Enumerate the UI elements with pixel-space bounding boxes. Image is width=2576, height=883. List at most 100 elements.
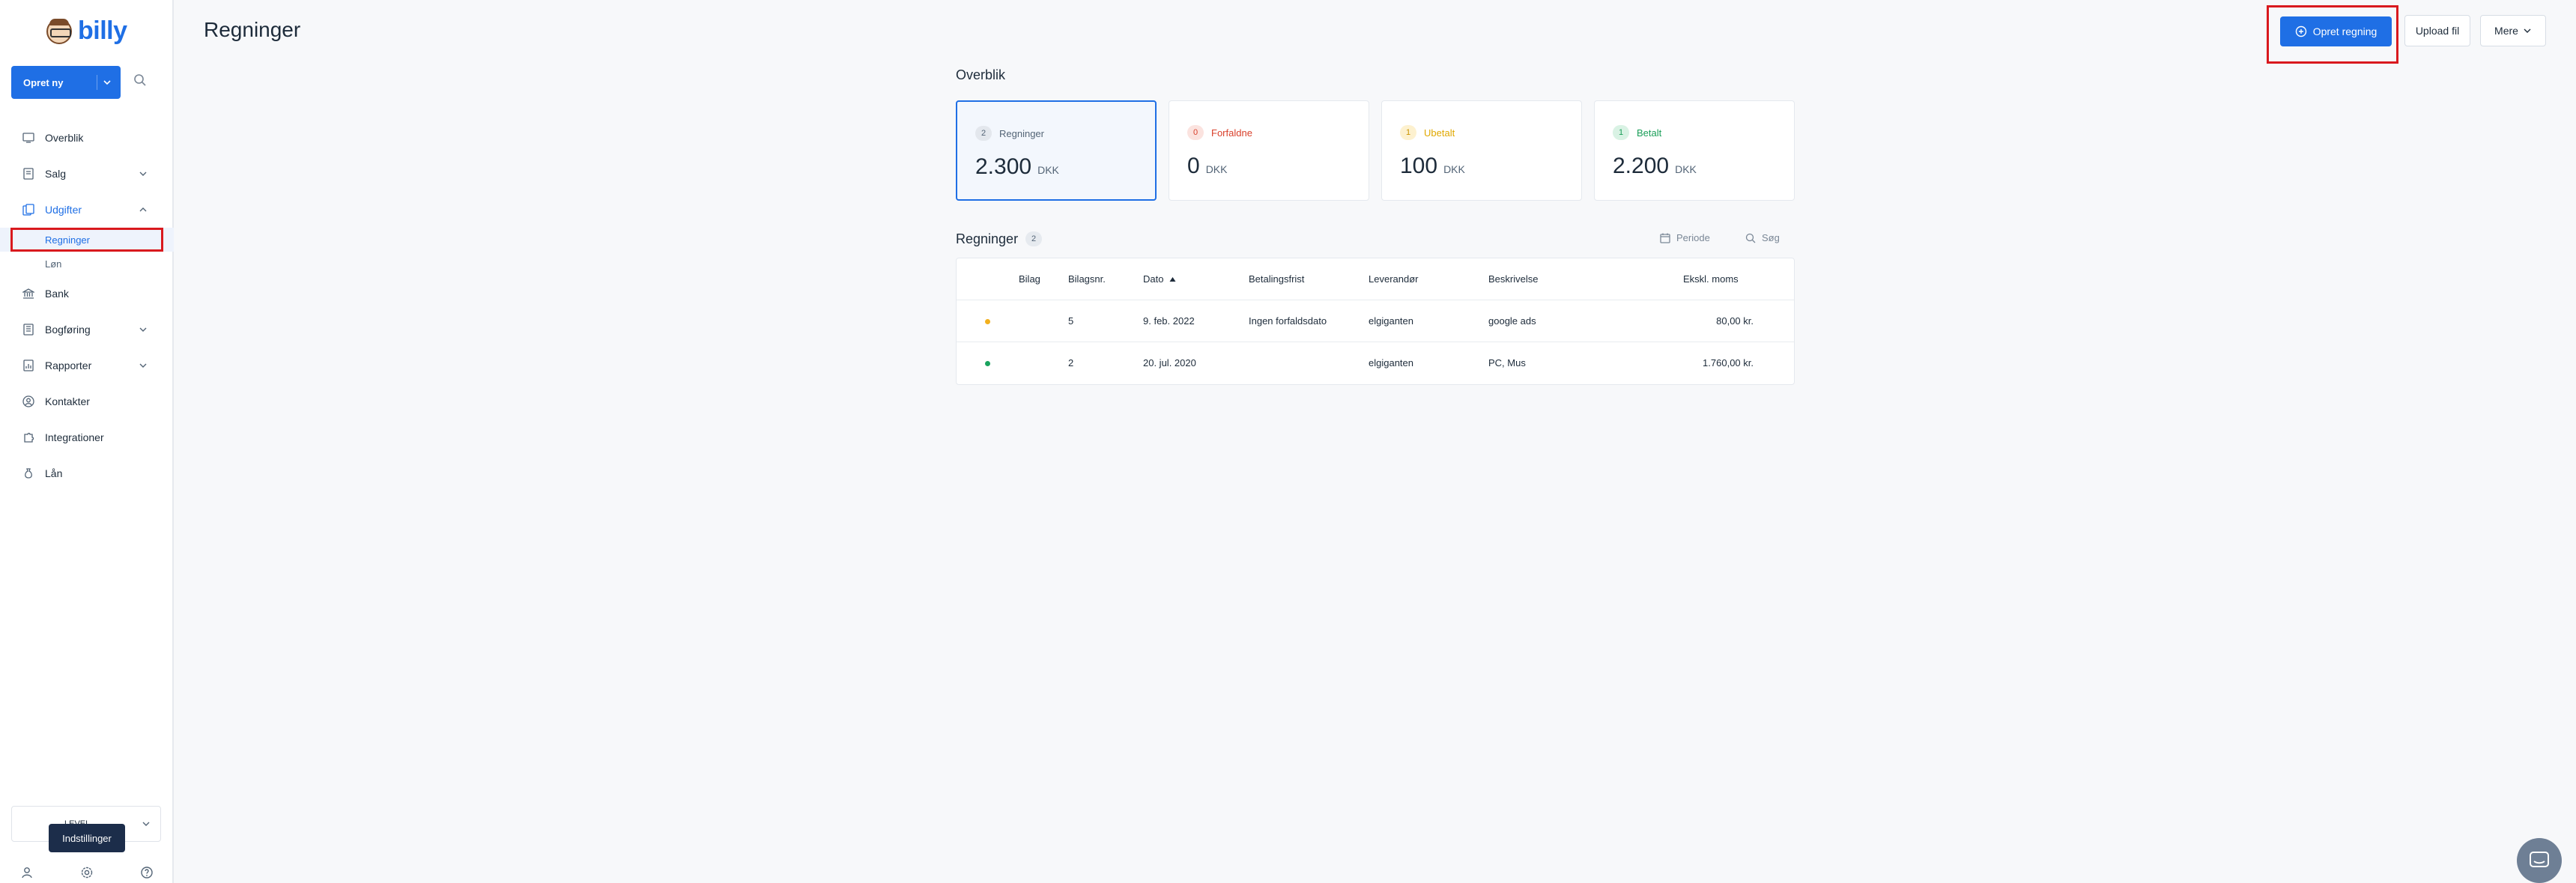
- settings-tooltip: Indstillinger: [49, 824, 125, 852]
- bills-list-header: Regninger 2 Periode Søg: [956, 228, 1795, 250]
- overview-card-betalt[interactable]: 1 Betalt 2.200 DKK: [1594, 100, 1795, 201]
- more-label: Mere: [2494, 25, 2518, 37]
- sidebar-item-label: Udgifter: [45, 204, 82, 216]
- card-label: Forfaldne: [1211, 127, 1252, 139]
- overview-card-forfaldne[interactable]: 0 Forfaldne 0 DKK: [1169, 100, 1369, 201]
- sidebar-subitem-lon[interactable]: Løn: [0, 252, 174, 276]
- period-filter[interactable]: Periode: [1660, 232, 1710, 243]
- count-badge: 1: [1400, 125, 1416, 140]
- contacts-icon: [22, 395, 34, 407]
- table-row[interactable]: 5 9. feb. 2022 Ingen forfaldsdato elgiga…: [957, 300, 1794, 342]
- logo-text: billy: [78, 16, 127, 45]
- bank-icon: [22, 288, 34, 299]
- create-new-button[interactable]: Opret ny: [11, 66, 121, 99]
- main-content: Overblik 2 Regninger 2.300 DKK 0 Forfald…: [956, 67, 1795, 385]
- column-header-beskrivelse[interactable]: Beskrivelse: [1488, 273, 1538, 285]
- column-header-dato[interactable]: Dato: [1143, 273, 1176, 285]
- table-row[interactable]: 2 20. jul. 2020 elgiganten PC, Mus 1.760…: [957, 342, 1794, 384]
- cell-beskrivelse: google ads: [1488, 315, 1536, 327]
- sidebar-item-label: Salg: [45, 168, 67, 180]
- status-dot-paid: [985, 361, 990, 366]
- card-currency: DKK: [1675, 163, 1697, 175]
- sidebar-item-salg[interactable]: Salg: [0, 156, 174, 192]
- chat-icon: [2530, 852, 2549, 867]
- ledger-icon: [23, 324, 34, 336]
- sidebar-nav: Overblik Salg Udgifter Regninger Løn Ban…: [0, 120, 174, 491]
- period-label: Periode: [1676, 232, 1710, 243]
- sidebar-item-rapporter[interactable]: Rapporter: [0, 348, 174, 383]
- invoice-icon: [23, 168, 34, 180]
- bills-title: Regninger: [956, 231, 1019, 246]
- cell-ekskl-moms: 1.760,00 kr.: [1703, 357, 1754, 368]
- dashboard-icon: [22, 133, 34, 143]
- count-badge: 2: [975, 126, 992, 141]
- overview-card-ubetalt[interactable]: 1 Ubetalt 100 DKK: [1381, 100, 1582, 201]
- chevron-down-icon: [139, 363, 147, 368]
- create-bill-button[interactable]: Opret regning: [2280, 16, 2392, 46]
- report-icon: [23, 359, 34, 371]
- selection-highlight-box: [10, 228, 163, 252]
- card-label: Ubetalt: [1424, 127, 1455, 139]
- overview-cards: 2 Regninger 2.300 DKK 0 Forfaldne 0 DKK …: [956, 100, 1795, 201]
- card-amount: 100: [1400, 154, 1438, 178]
- sidebar-item-label: Bogføring: [45, 324, 91, 336]
- chevron-down-icon: [139, 172, 147, 176]
- sidebar-item-label: Rapporter: [45, 359, 92, 371]
- gear-icon[interactable]: [80, 866, 94, 879]
- cell-beskrivelse: PC, Mus: [1488, 357, 1526, 368]
- card-currency: DKK: [1037, 164, 1059, 176]
- cell-dato: 9. feb. 2022: [1143, 315, 1195, 327]
- chevron-down-icon: [142, 822, 150, 826]
- sidebar-item-bogforing[interactable]: Bogføring: [0, 312, 174, 348]
- sidebar-item-kontakter[interactable]: Kontakter: [0, 383, 174, 419]
- chevron-down-icon: [139, 327, 147, 332]
- column-header-bilagsnr[interactable]: Bilagsnr.: [1068, 273, 1106, 285]
- expenses-icon: [22, 204, 34, 216]
- user-icon[interactable]: [20, 866, 34, 879]
- calendar-icon: [1660, 233, 1670, 243]
- table-header-row: Bilag Bilagsnr. Dato Betalingsfrist Leve…: [957, 258, 1794, 300]
- sidebar-subitem-regninger[interactable]: Regninger: [0, 228, 174, 252]
- column-header-bilag[interactable]: Bilag: [1019, 273, 1040, 285]
- puzzle-icon: [24, 432, 34, 443]
- chat-widget-button[interactable]: [2517, 838, 2562, 883]
- sidebar-item-label: Integrationer: [45, 431, 104, 443]
- card-label: Regninger: [999, 127, 1044, 139]
- card-amount: 0: [1187, 154, 1200, 178]
- sidebar-item-label: Overblik: [45, 132, 84, 144]
- count-badge: 0: [1187, 125, 1204, 140]
- sidebar-item-bank[interactable]: Bank: [0, 276, 174, 312]
- bills-search[interactable]: Søg: [1745, 232, 1780, 243]
- column-header-betalingsfrist[interactable]: Betalingsfrist: [1249, 273, 1304, 285]
- help-icon[interactable]: [140, 866, 154, 879]
- card-label: Betalt: [1637, 127, 1662, 139]
- bills-table: Bilag Bilagsnr. Dato Betalingsfrist Leve…: [956, 258, 1795, 385]
- sidebar-item-label: Lån: [45, 467, 63, 479]
- sidebar-item-udgifter[interactable]: Udgifter: [0, 192, 174, 228]
- page-title: Regninger: [204, 18, 301, 41]
- billy-logo[interactable]: billy: [46, 16, 127, 46]
- money-bag-icon: [25, 468, 32, 479]
- status-dot-unpaid: [985, 319, 990, 324]
- sidebar-item-lan[interactable]: Lån: [0, 455, 174, 491]
- chevron-down-icon: [97, 75, 112, 90]
- cell-bilagsnr: 5: [1068, 315, 1074, 327]
- card-amount: 2.300: [975, 154, 1032, 179]
- search-label: Søg: [1762, 232, 1780, 243]
- overview-card-regninger[interactable]: 2 Regninger 2.300 DKK: [956, 100, 1157, 201]
- sidebar-item-label: Kontakter: [45, 395, 90, 407]
- sort-ascending-icon: [1169, 277, 1176, 282]
- column-header-leverandor[interactable]: Leverandør: [1369, 273, 1418, 285]
- sidebar-item-integrationer[interactable]: Integrationer: [0, 419, 174, 455]
- cell-leverandor: elgiganten: [1369, 357, 1413, 368]
- search-icon[interactable]: [133, 73, 151, 91]
- column-header-label: Dato: [1143, 273, 1164, 285]
- column-header-ekskl-moms[interactable]: Ekskl. moms: [1683, 273, 1739, 285]
- upload-file-button[interactable]: Upload fil: [2404, 15, 2470, 46]
- sidebar-subitem-label: Løn: [45, 258, 62, 270]
- search-icon: [1745, 233, 1756, 243]
- more-button[interactable]: Mere: [2480, 15, 2546, 46]
- billy-mascot-icon: [46, 18, 72, 44]
- sidebar-item-overblik[interactable]: Overblik: [0, 120, 174, 156]
- sidebar: billy Opret ny Overblik Salg Udgifter Re…: [0, 0, 174, 883]
